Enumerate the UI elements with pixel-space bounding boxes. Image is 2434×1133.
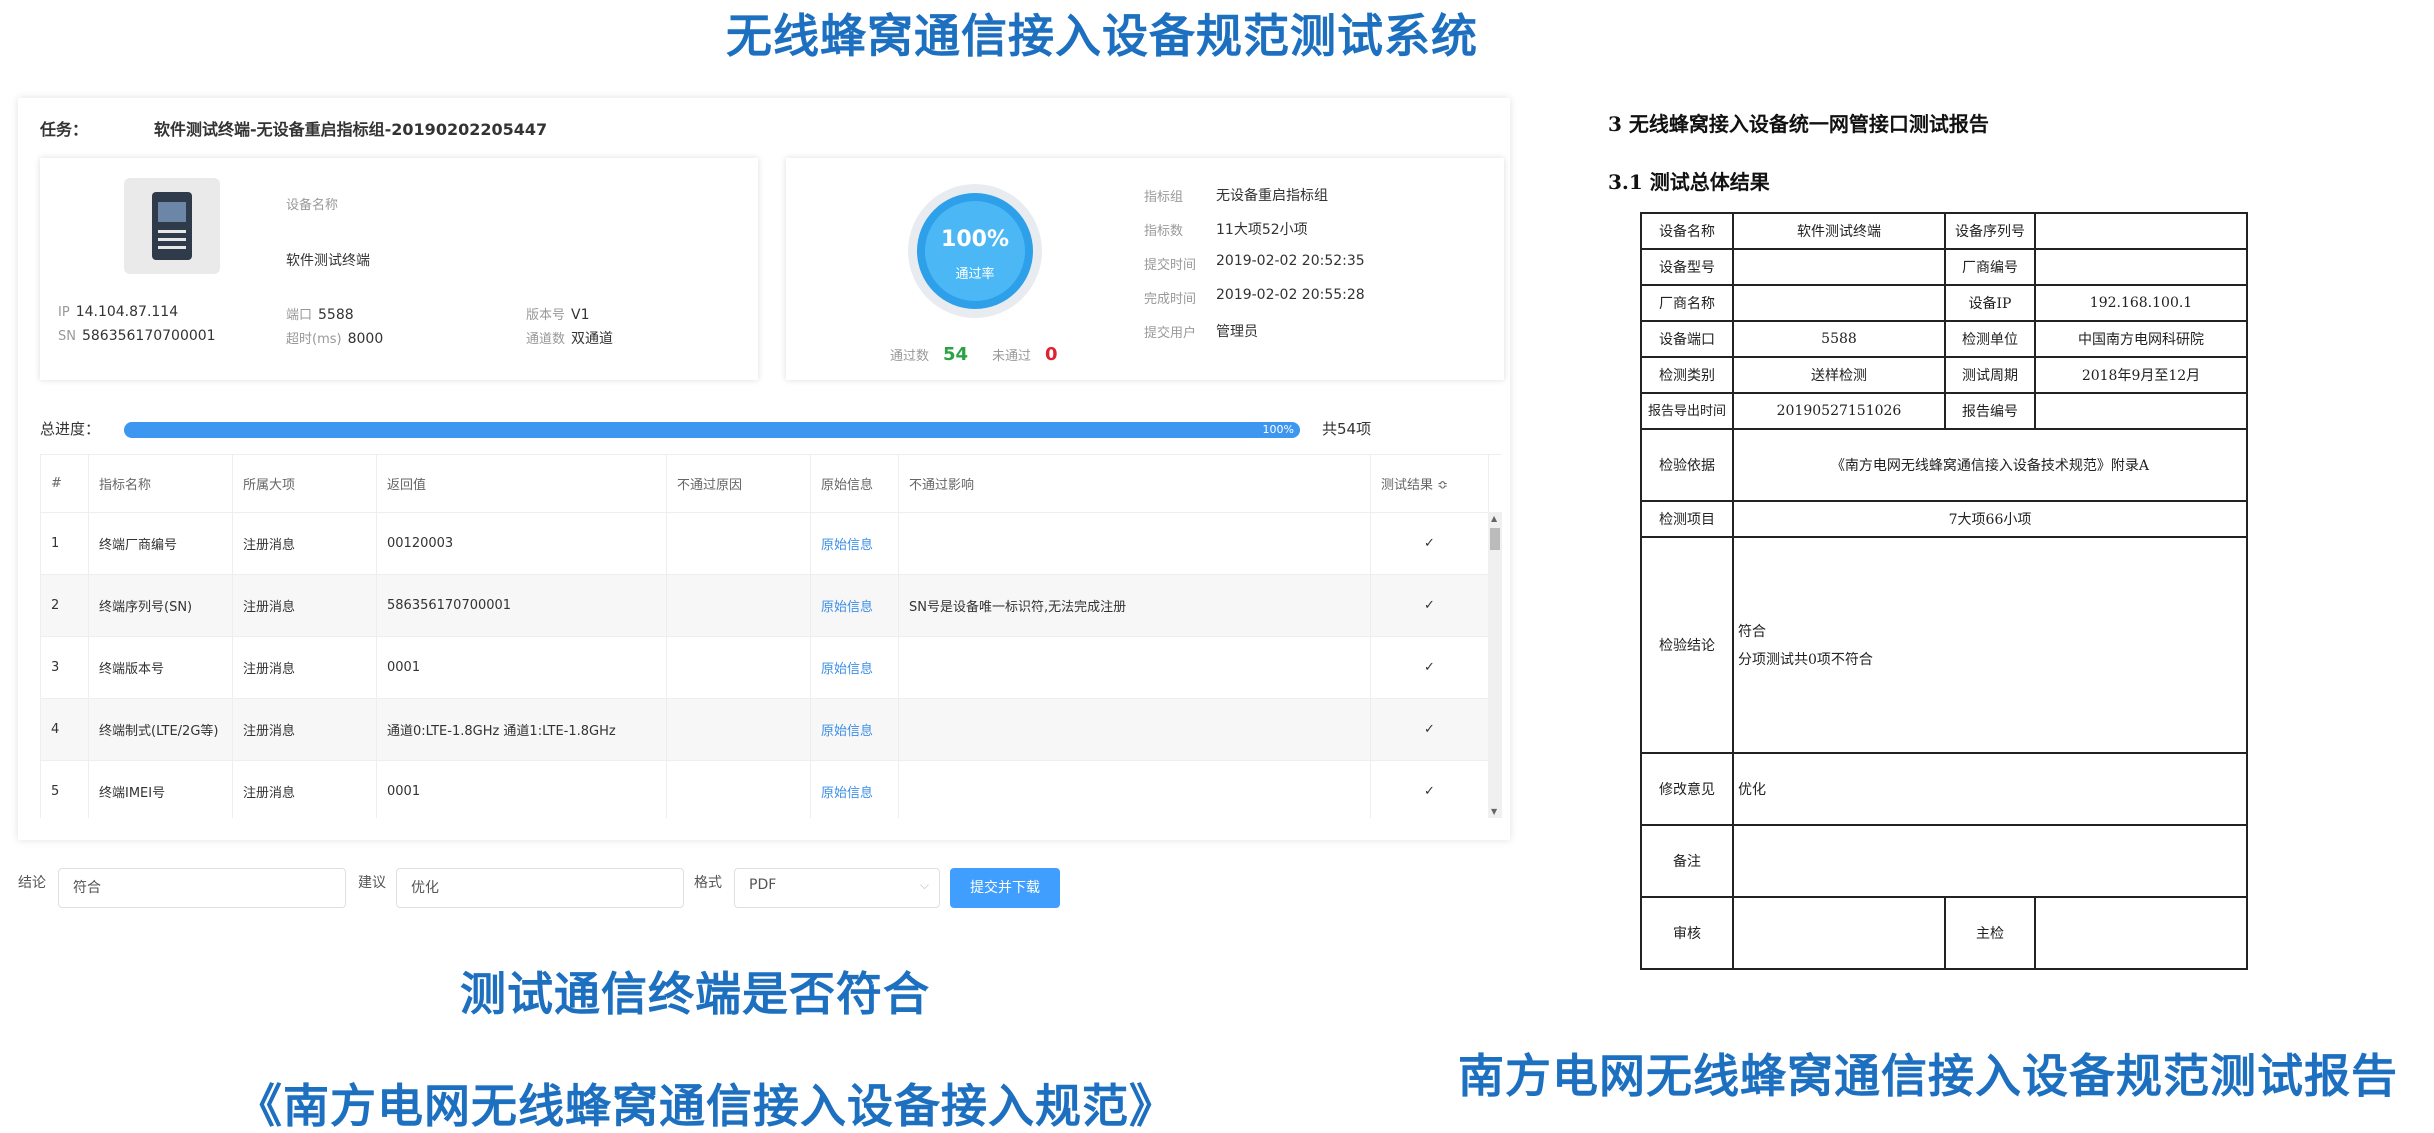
device-version: 版本号 V1 <box>526 307 590 323</box>
task-value: 软件测试终端-无设备重启指标组-20190202205447 <box>154 120 548 139</box>
submit-time-label: 提交时间 <box>1144 258 1197 273</box>
col-header-name: 指标名称 <box>88 454 233 513</box>
format-label: 格式 <box>694 875 722 891</box>
submit-time-value: 2019-02-02 20:52:35 <box>1216 253 1365 269</box>
raw-info-link[interactable]: 原始信息 <box>810 636 899 699</box>
col-header-reason: 不通过原因 <box>666 454 811 513</box>
system-title: 无线蜂窝通信接入设备规范测试系统 <box>726 9 1478 63</box>
submit-download-button[interactable]: 提交并下载 <box>950 868 1060 908</box>
device-ip: IP 14.104.87.114 <box>58 304 179 320</box>
pass-check-icon: ✓ <box>1370 574 1489 637</box>
test-result-panel: 任务： 软件测试终端-无设备重启指标组-20190202205447 设备名称 … <box>18 98 1510 840</box>
count-label: 指标数 <box>1144 224 1184 239</box>
table-row: 3 终端版本号 注册消息 0001 原始信息 ✓ <box>40 636 1502 699</box>
raw-info-link[interactable]: 原始信息 <box>810 698 899 761</box>
col-header-spacer <box>1488 454 1502 513</box>
scroll-thumb[interactable] <box>1490 528 1500 550</box>
device-timeout: 超时(ms) 8000 <box>286 331 384 347</box>
device-name-label: 设备名称 <box>286 198 339 213</box>
table-row: 1 终端厂商编号 注册消息 00120003 原始信息 ✓ <box>40 512 1502 575</box>
report-section: 3.1 测试总体结果 <box>1608 170 1770 194</box>
device-info-card: 设备名称 软件测试终端 IP 14.104.87.114 SN 5863561707… <box>40 158 758 380</box>
user-label: 提交用户 <box>1144 326 1197 341</box>
scroll-up-icon[interactable]: ▲ <box>1491 514 1497 523</box>
table-row: 4 终端制式(LTE/2G等) 注册消息 通道0:LTE-1.8GHz 通道1:… <box>40 698 1502 761</box>
conclusion-input[interactable]: 符合 <box>58 868 346 908</box>
progress-fill: 100% <box>124 422 1300 438</box>
fail-count: 未通过 0 <box>992 344 1058 365</box>
advice-label: 建议 <box>358 875 386 891</box>
col-header-group: 所属大项 <box>232 454 377 513</box>
pass-rate-ring: 100% 通过率 <box>908 184 1042 318</box>
conclusion-label: 结论 <box>18 875 46 891</box>
group-value: 无设备重启指标组 <box>1216 188 1328 204</box>
pass-check-icon: ✓ <box>1370 512 1489 575</box>
col-header-impact: 不通过影响 <box>898 454 1371 513</box>
device-screen-icon <box>158 202 186 222</box>
progress-text: 100% <box>1262 423 1294 436</box>
device-line-icon <box>158 246 186 249</box>
report-conclusion: 符合 分项测试共0项不符合 <box>1732 536 2248 754</box>
count-value: 11大项52小项 <box>1216 222 1308 238</box>
group-label: 指标组 <box>1144 190 1184 205</box>
pass-count: 通过数 54 <box>890 344 969 365</box>
pass-check-icon: ✓ <box>1370 636 1489 699</box>
caption-test-terminal: 测试通信终端是否符合 <box>460 967 930 1021</box>
finish-time-value: 2019-02-02 20:55:28 <box>1216 287 1365 303</box>
caption-spec-name: 《南方电网无线蜂窝通信接入设备接入规范》 <box>236 1079 1176 1133</box>
caption-report-name: 南方电网无线蜂窝通信接入设备规范测试报告 <box>1458 1049 2398 1103</box>
progress-label: 总进度： <box>40 420 101 438</box>
report-table: 设备名称 软件测试终端 设备序列号 设备型号 厂商编号 厂商名称 设备IP 19… <box>1640 212 2248 970</box>
progress-total: 共54项 <box>1322 420 1372 438</box>
scroll-down-icon[interactable]: ▼ <box>1491 807 1497 816</box>
table-scrollbar[interactable]: ▲ ▼ <box>1488 512 1502 818</box>
col-header-raw: 原始信息 <box>810 454 899 513</box>
finish-time-label: 完成时间 <box>1144 292 1197 307</box>
device-line-icon <box>158 230 186 233</box>
col-header-result-sort[interactable]: 测试结果 ≎ <box>1370 454 1489 513</box>
summary-card: 100% 通过率 通过数 54 未通过 0 指标组 无设备重启指标组 指标数 11大… <box>786 158 1504 380</box>
pass-rate-value: 100% <box>941 227 1009 252</box>
chevron-down-icon: ⌵ <box>919 878 929 892</box>
format-select[interactable]: PDF ⌵ <box>734 868 940 908</box>
advice-input[interactable]: 优化 <box>396 868 684 908</box>
col-header-value: 返回值 <box>376 454 667 513</box>
pass-check-icon: ✓ <box>1370 760 1489 818</box>
device-port: 端口 5588 <box>286 307 354 323</box>
raw-info-link[interactable]: 原始信息 <box>810 512 899 575</box>
raw-info-link[interactable]: 原始信息 <box>810 760 899 818</box>
device-image <box>124 178 220 274</box>
table-row: 2 终端序列号(SN) 注册消息 586356170700001 原始信息 SN… <box>40 574 1502 637</box>
raw-info-link[interactable]: 原始信息 <box>810 574 899 637</box>
device-sn: SN 586356170700001 <box>58 328 216 344</box>
result-table: # 指标名称 所属大项 返回值 不通过原因 原始信息 不通过影响 测试结果 ≎ … <box>40 454 1502 818</box>
col-header-index: # <box>40 454 89 513</box>
device-channels: 通道数 双通道 <box>526 331 614 347</box>
report-title: 3 无线蜂窝接入设备统一网管接口测试报告 <box>1608 112 1989 136</box>
device-line-icon <box>158 238 186 241</box>
table-header-row: # 指标名称 所属大项 返回值 不通过原因 原始信息 不通过影响 测试结果 ≎ <box>40 454 1502 513</box>
pass-check-icon: ✓ <box>1370 698 1489 761</box>
table-row: 5 终端IMEI号 注册消息 0001 原始信息 ✓ <box>40 760 1502 818</box>
task-row: 任务： 软件测试终端-无设备重启指标组-20190202205447 <box>40 116 547 140</box>
device-name-value: 软件测试终端 <box>286 253 370 269</box>
user-value: 管理员 <box>1216 324 1258 340</box>
pass-rate-label: 通过率 <box>955 267 995 282</box>
progress-bar: 100% <box>124 422 1300 438</box>
task-label: 任务： <box>40 120 89 139</box>
